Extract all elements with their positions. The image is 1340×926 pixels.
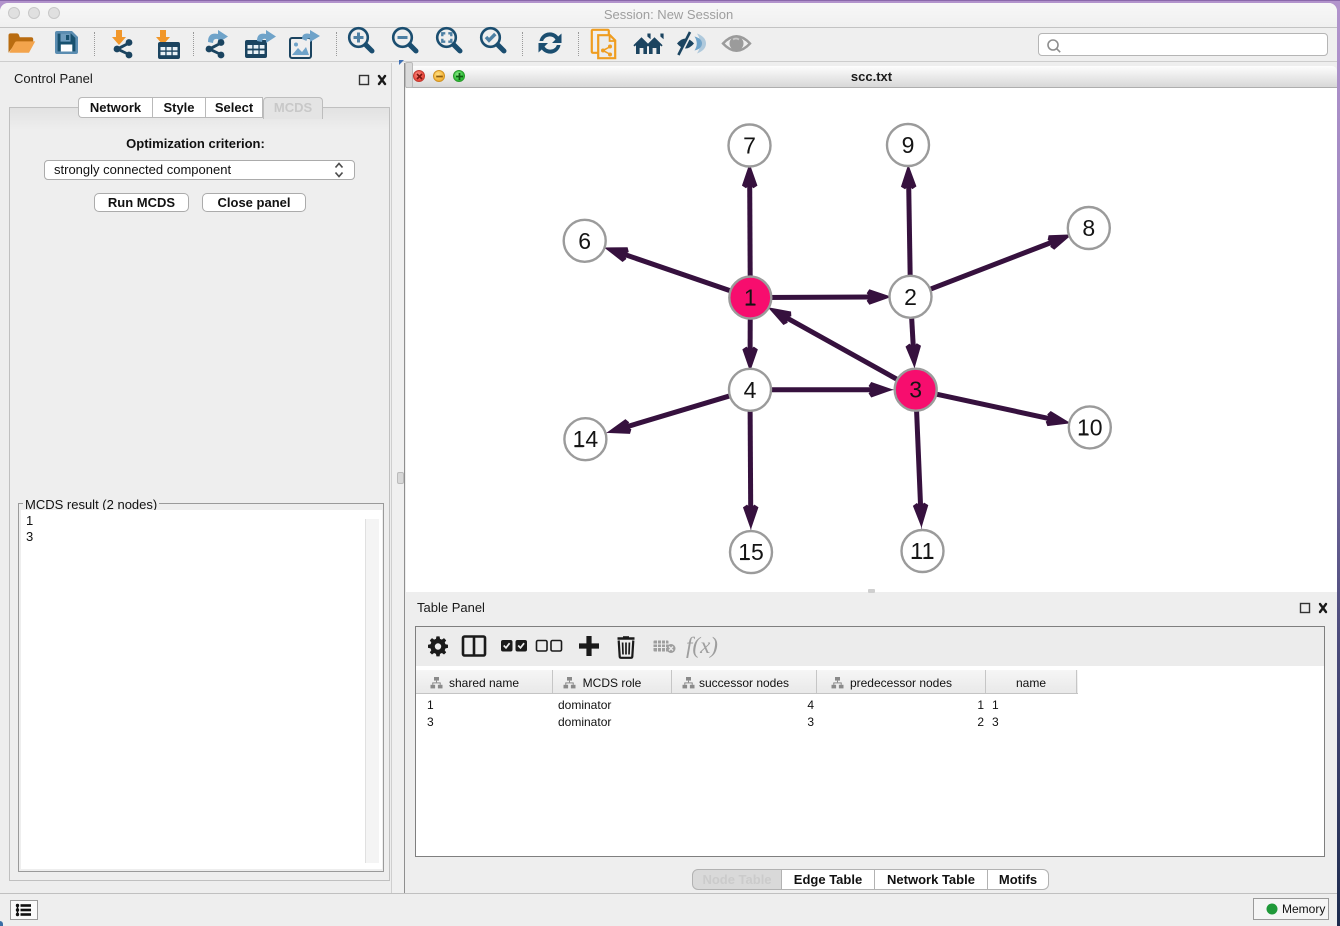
svg-text:3: 3 xyxy=(909,377,922,403)
svg-text:14: 14 xyxy=(573,426,599,452)
svg-text:7: 7 xyxy=(743,133,756,159)
svg-text:4: 4 xyxy=(744,377,757,403)
svg-text:11: 11 xyxy=(911,538,935,564)
svg-text:15: 15 xyxy=(738,539,764,565)
svg-text:f(x): f(x) xyxy=(686,633,718,658)
svg-text:8: 8 xyxy=(1082,215,1095,241)
svg-text:9: 9 xyxy=(902,132,915,158)
svg-text:6: 6 xyxy=(578,228,591,254)
svg-text:10: 10 xyxy=(1077,414,1103,440)
svg-text:1: 1 xyxy=(744,285,757,311)
svg-text:2: 2 xyxy=(904,284,917,310)
